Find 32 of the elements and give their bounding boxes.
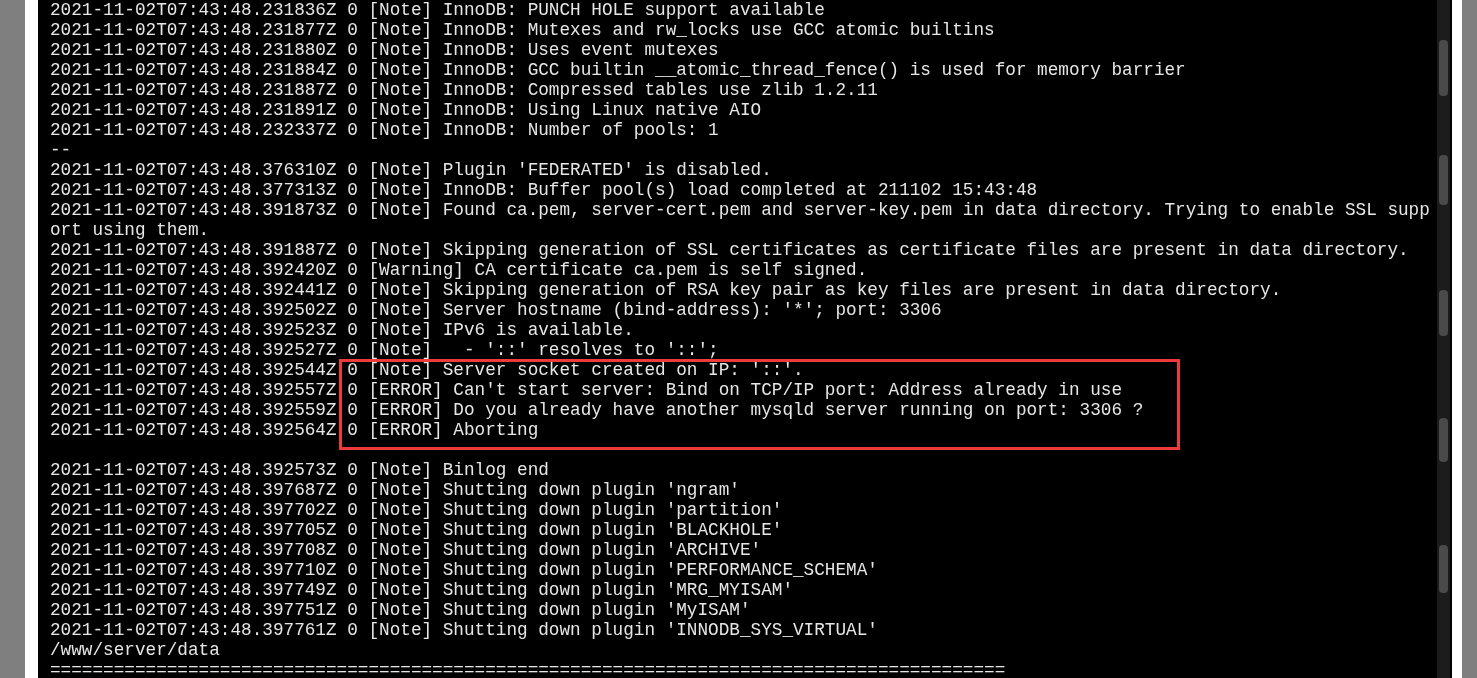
log-line: /www/server/data — [50, 640, 221, 660]
log-line: -- — [50, 140, 73, 160]
log-line: 2021-11-02T07:43:48.392441Z 0 [Note] Skipping generation of RSA key pair as key files are present in data directory. — [50, 280, 1283, 300]
log-line: 2021-11-02T07:43:48.376310Z 0 [Note] Plugin 'FEDERATED' is disabled. — [50, 160, 773, 180]
log-line: 2021-11-02T07:43:48.392559Z 0 [ERROR] Do you already have another mysqld server running on port: 3306 ? — [50, 400, 1145, 420]
log-line: 2021-11-02T07:43:48.391887Z 0 [Note] Skipping generation of SSL certificates as certificate files are present in data directory. — [50, 240, 1410, 260]
log-line: 2021-11-02T07:43:48.231887Z 0 [Note] InnoDB: Compressed tables use zlib 1.2.11 — [50, 80, 879, 100]
log-line: 2021-11-02T07:43:48.392420Z 0 [Warning] CA certificate ca.pem is self signed. — [50, 260, 869, 280]
log-line: 2021-11-02T07:43:48.392523Z 0 [Note] IPv6 is available. — [50, 320, 635, 340]
log-line: ========================================================================================== — [50, 660, 1007, 678]
log-line: 2021-11-02T07:43:48.392573Z 0 [Note] Binlog end — [50, 460, 550, 480]
log-line: 2021-11-02T07:43:48.392557Z 0 [ERROR] Can't start server: Bind on TCP/IP port: Address already in use — [50, 380, 1124, 400]
log-line: 2021-11-02T07:43:48.397761Z 0 [Note] Shutting down plugin 'INNODB_SYS_VIRTUAL' — [50, 620, 879, 640]
log-line: 2021-11-02T07:43:48.392564Z 0 [ERROR] Aborting — [50, 420, 540, 440]
log-line: 2021-11-02T07:43:48.232337Z 0 [Note] InnoDB: Number of pools: 1 — [50, 120, 720, 140]
log-line: 2021-11-02T07:43:48.231891Z 0 [Note] InnoDB: Using Linux native AIO — [50, 100, 763, 120]
log-line: 2021-11-02T07:43:48.231877Z 0 [Note] InnoDB: Mutexes and rw_locks use GCC atomic builtins — [50, 20, 996, 40]
log-line: 2021-11-02T07:43:48.377313Z 0 [Note] InnoDB: Buffer pool(s) load completed at 211102 15:43:48 — [50, 180, 1039, 200]
log-line: 2021-11-02T07:43:48.391873Z 0 [Note] Found ca.pem, server-cert.pem and server-key.pem in data directory. Trying to enable SSL support using them. — [50, 200, 1430, 240]
log-line: 2021-11-02T07:43:48.397702Z 0 [Note] Shutting down plugin 'partition' — [50, 500, 784, 520]
log-line: 2021-11-02T07:43:48.231884Z 0 [Note] InnoDB: GCC builtin __atomic_thread_fence() is used for memory barrier — [50, 60, 1187, 80]
log-line: 2021-11-02T07:43:48.231880Z 0 [Note] InnoDB: Uses event mutexes — [50, 40, 720, 60]
log-line: 2021-11-02T07:43:48.392544Z 0 [Note] Server socket created on IP: '::'. — [50, 360, 805, 380]
log-line: 2021-11-02T07:43:48.392527Z 0 [Note] - '::' resolves to '::'; — [50, 340, 720, 360]
log-line: 2021-11-02T07:43:48.397710Z 0 [Note] Shutting down plugin 'PERFORMANCE_SCHEMA' — [50, 560, 879, 580]
log-line: 2021-11-02T07:43:48.397687Z 0 [Note] Shutting down plugin 'ngram' — [50, 480, 741, 500]
log-line: 2021-11-02T07:43:48.397705Z 0 [Note] Shutting down plugin 'BLACKHOLE' — [50, 520, 784, 540]
log-line: 2021-11-02T07:43:48.397751Z 0 [Note] Shutting down plugin 'MyISAM' — [50, 600, 752, 620]
log-line: 2021-11-02T07:43:48.397749Z 0 [Note] Shutting down plugin 'MRG_MYISAM' — [50, 580, 794, 600]
log-line: 2021-11-02T07:43:48.392502Z 0 [Note] Server hostname (bind-address): '*'; port: 3306 — [50, 300, 943, 320]
log-line: 2021-11-02T07:43:48.231836Z 0 [Note] InnoDB: PUNCH HOLE support available — [50, 0, 826, 20]
log-line: 2021-11-02T07:43:48.397708Z 0 [Note] Shutting down plugin 'ARCHIVE' — [50, 540, 763, 560]
